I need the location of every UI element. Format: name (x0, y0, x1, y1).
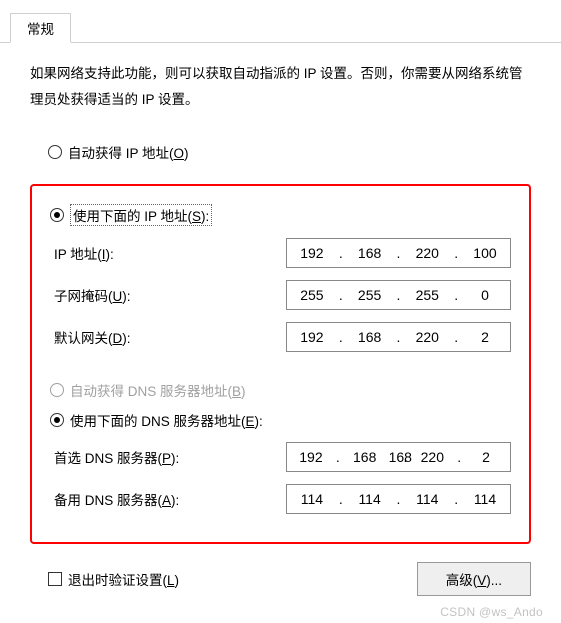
description-text: 如果网络支持此功能，则可以获取自动指派的 IP 设置。否则，你需要从网络系统管理… (0, 43, 561, 118)
ip-auto-group: 自动获得 IP 地址(O) (30, 126, 531, 182)
default-gateway-label: 默认网关(D): (50, 327, 286, 347)
preferred-dns-input[interactable]: 192. 168168. 220. 2 (286, 442, 511, 472)
field-preferred-dns: 首选 DNS 服务器(P): 192. 168168. 220. 2 (50, 442, 511, 472)
preferred-dns-label: 首选 DNS 服务器(P): (50, 447, 286, 467)
field-alternate-dns: 备用 DNS 服务器(A): 114. 114. 114. 114 (50, 484, 511, 514)
ip-address-label: IP 地址(I): (50, 243, 286, 263)
advanced-button[interactable]: 高级(V)... (417, 562, 531, 596)
default-gateway-input[interactable]: 192. 168. 220. 2 (286, 322, 511, 352)
radio-icon (48, 145, 62, 159)
radio-icon (50, 208, 64, 222)
radio-icon (50, 383, 64, 397)
field-default-gateway: 默认网关(D): 192. 168. 220. 2 (50, 322, 511, 352)
radio-label: 使用下面的 IP 地址(S): (70, 204, 212, 226)
ip-address-input[interactable]: 192. 168. 220. 100 (286, 238, 511, 268)
footer-row: 退出时验证设置(L) 高级(V)... (0, 544, 561, 596)
checkbox-icon (48, 572, 62, 586)
radio-manual-ip[interactable]: 使用下面的 IP 地址(S): (50, 204, 511, 226)
watermark-text: CSDN @ws_Ando (440, 605, 543, 619)
alternate-dns-label: 备用 DNS 服务器(A): (50, 489, 286, 509)
radio-auto-dns: 自动获得 DNS 服务器地址(B) (50, 380, 511, 400)
validate-on-exit-checkbox[interactable]: 退出时验证设置(L) (48, 569, 179, 589)
field-ip-address: IP 地址(I): 192. 168. 220. 100 (50, 238, 511, 268)
radio-label: 自动获得 IP 地址(O) (68, 142, 189, 162)
highlighted-settings: 使用下面的 IP 地址(S): IP 地址(I): 192. 168. 220.… (30, 184, 531, 544)
dialog-body: 常规 如果网络支持此功能，则可以获取自动指派的 IP 设置。否则，你需要从网络系… (0, 0, 561, 596)
tab-bar: 常规 (0, 0, 561, 43)
tab-general[interactable]: 常规 (10, 13, 71, 43)
radio-label: 使用下面的 DNS 服务器地址(E): (70, 410, 263, 430)
checkbox-label: 退出时验证设置(L) (68, 569, 179, 589)
subnet-mask-label: 子网掩码(U): (50, 285, 286, 305)
radio-auto-ip[interactable]: 自动获得 IP 地址(O) (48, 142, 513, 162)
content-area: 自动获得 IP 地址(O) 使用下面的 IP 地址(S): IP 地址(I): … (0, 126, 561, 544)
radio-icon (50, 413, 64, 427)
subnet-mask-input[interactable]: 255. 255. 255. 0 (286, 280, 511, 310)
field-subnet-mask: 子网掩码(U): 255. 255. 255. 0 (50, 280, 511, 310)
radio-manual-dns[interactable]: 使用下面的 DNS 服务器地址(E): (50, 410, 511, 430)
alternate-dns-input[interactable]: 114. 114. 114. 114 (286, 484, 511, 514)
radio-label: 自动获得 DNS 服务器地址(B) (70, 380, 246, 400)
